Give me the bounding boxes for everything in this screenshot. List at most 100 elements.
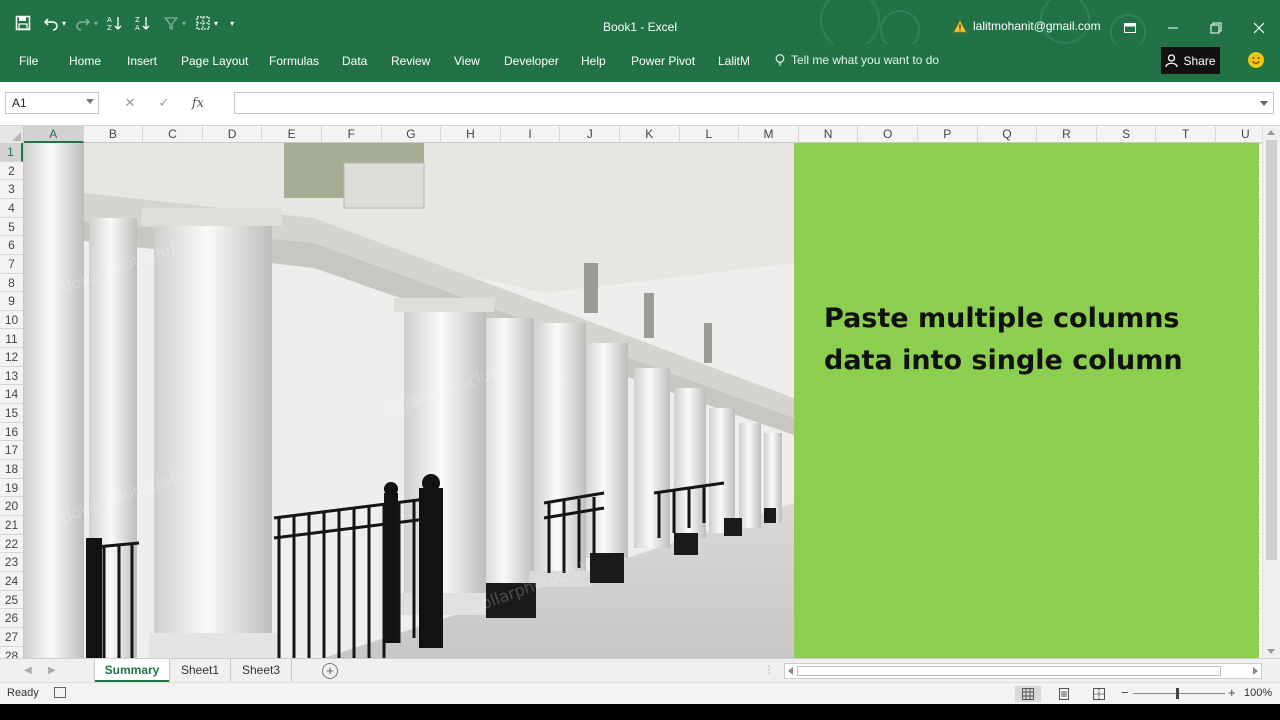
zoom-slider-thumb[interactable]	[1176, 688, 1179, 699]
row-header-5[interactable]: 5	[0, 218, 23, 237]
tab-help[interactable]: Help	[581, 54, 606, 68]
column-header-f[interactable]: F	[322, 126, 382, 143]
column-header-k[interactable]: K	[620, 126, 680, 143]
sort-ascending-icon[interactable]: AZ	[104, 12, 126, 34]
column-header-a[interactable]: A	[24, 126, 84, 143]
page-break-preview-icon[interactable]	[1086, 686, 1112, 702]
next-sheet-icon[interactable]: ▶	[48, 665, 56, 676]
borders-icon[interactable]	[192, 12, 214, 34]
row-header-4[interactable]: 4	[0, 199, 23, 218]
column-header-h[interactable]: H	[441, 126, 501, 143]
tell-me-search[interactable]: Tell me what you want to do	[775, 53, 939, 67]
banner-shape[interactable]: Paste multiple columns data into single …	[794, 143, 1259, 658]
macro-record-icon[interactable]	[54, 687, 66, 698]
column-header-d[interactable]: D	[203, 126, 263, 143]
zoom-slider[interactable]	[1133, 693, 1225, 694]
horizontal-scroll-thumb[interactable]	[797, 666, 1221, 676]
sheet-tab-sheet1[interactable]: Sheet1	[170, 659, 231, 682]
minimize-icon[interactable]	[1151, 13, 1194, 43]
redo-icon[interactable]	[72, 12, 94, 34]
tab-lalitm[interactable]: LalitM	[718, 54, 750, 68]
save-icon[interactable]	[12, 12, 34, 34]
row-header-15[interactable]: 15	[0, 404, 23, 423]
column-header-s[interactable]: S	[1097, 126, 1157, 143]
horizontal-scrollbar[interactable]	[784, 663, 1262, 679]
row-header-16[interactable]: 16	[0, 423, 23, 442]
tab-view[interactable]: View	[454, 54, 480, 68]
column-header-l[interactable]: L	[680, 126, 740, 143]
row-header-24[interactable]: 24	[0, 572, 23, 591]
row-header-23[interactable]: 23	[0, 553, 23, 572]
filter-dropdown-icon[interactable]: ▾	[182, 19, 186, 28]
row-header-21[interactable]: 21	[0, 516, 23, 535]
previous-sheet-icon[interactable]: ◀	[24, 665, 32, 676]
split-handle-icon[interactable]: ⋮	[764, 665, 774, 676]
scroll-right-icon[interactable]	[1253, 667, 1258, 675]
row-header-18[interactable]: 18	[0, 460, 23, 479]
column-header-m[interactable]: M	[739, 126, 799, 143]
column-header-q[interactable]: Q	[978, 126, 1038, 143]
column-header-e[interactable]: E	[262, 126, 322, 143]
column-header-b[interactable]: B	[84, 126, 144, 143]
zoom-in-icon[interactable]: +	[1228, 685, 1236, 700]
clear-filter-icon[interactable]	[160, 12, 182, 34]
row-header-6[interactable]: 6	[0, 236, 23, 255]
row-header-28[interactable]: 28	[0, 647, 23, 658]
normal-view-icon[interactable]	[1015, 686, 1041, 702]
row-header-7[interactable]: 7	[0, 255, 23, 274]
zoom-level[interactable]: 100%	[1244, 687, 1272, 699]
vertical-scrollbar[interactable]	[1262, 126, 1280, 658]
tab-power-pivot[interactable]: Power Pivot	[631, 54, 695, 68]
row-header-11[interactable]: 11	[0, 330, 23, 349]
cancel-entry-icon[interactable]: ✕	[113, 93, 147, 113]
row-header-1[interactable]: 1	[0, 143, 23, 162]
row-header-10[interactable]: 10	[0, 311, 23, 330]
account-area[interactable]: lalitmohanit@gmail.com	[953, 19, 1101, 33]
undo-dropdown-icon[interactable]: ▾	[62, 19, 66, 28]
row-header-14[interactable]: 14	[0, 385, 23, 405]
tab-formulas[interactable]: Formulas	[269, 54, 319, 68]
tell-me-text[interactable]: Tell me what you want to do	[791, 53, 939, 67]
row-header-8[interactable]: 8	[0, 274, 23, 293]
zoom-out-icon[interactable]: −	[1121, 685, 1129, 700]
column-header-j[interactable]: J	[560, 126, 620, 143]
name-box[interactable]: A1	[5, 92, 99, 114]
sort-descending-icon[interactable]: ZA	[132, 12, 154, 34]
tab-page-layout[interactable]: Page Layout	[181, 54, 248, 68]
column-header-p[interactable]: P	[918, 126, 978, 143]
formula-input[interactable]	[234, 92, 1274, 114]
row-header-26[interactable]: 26	[0, 609, 23, 628]
scroll-left-icon[interactable]	[788, 667, 793, 675]
tab-insert[interactable]: Insert	[127, 54, 157, 68]
page-layout-view-icon[interactable]	[1051, 686, 1077, 702]
redo-dropdown-icon[interactable]: ▾	[94, 19, 98, 28]
row-header-25[interactable]: 25	[0, 591, 23, 610]
name-box-dropdown-icon[interactable]	[86, 99, 94, 104]
select-all-button[interactable]	[0, 126, 24, 143]
ribbon-display-options-icon[interactable]	[1108, 13, 1151, 43]
sheet-tab-summary[interactable]: Summary	[95, 659, 169, 682]
restore-icon[interactable]	[1194, 13, 1237, 43]
row-header-22[interactable]: 22	[0, 535, 23, 554]
row-header-27[interactable]: 27	[0, 628, 23, 647]
tab-developer[interactable]: Developer	[504, 54, 559, 68]
tab-data[interactable]: Data	[342, 54, 367, 68]
insert-function-icon[interactable]: fx	[181, 93, 215, 113]
scroll-down-icon[interactable]	[1267, 649, 1275, 654]
row-header-19[interactable]: 19	[0, 479, 23, 498]
expand-formula-bar-icon[interactable]	[1260, 101, 1268, 106]
confirm-entry-icon[interactable]: ✓	[147, 93, 181, 113]
vertical-scroll-thumb[interactable]	[1266, 140, 1277, 560]
borders-dropdown-icon[interactable]: ▾	[214, 19, 218, 28]
undo-icon[interactable]	[40, 12, 62, 34]
column-header-i[interactable]: I	[501, 126, 561, 143]
row-header-3[interactable]: 3	[0, 180, 23, 199]
close-icon[interactable]	[1237, 13, 1280, 43]
column-header-t[interactable]: T	[1156, 126, 1216, 143]
row-header-20[interactable]: 20	[0, 497, 23, 516]
column-header-u[interactable]: U	[1216, 126, 1262, 143]
scroll-up-icon[interactable]	[1267, 130, 1275, 135]
row-header-9[interactable]: 9	[0, 292, 23, 311]
tab-home[interactable]: Home	[69, 54, 101, 68]
user-email[interactable]: lalitmohanit@gmail.com	[973, 19, 1101, 33]
